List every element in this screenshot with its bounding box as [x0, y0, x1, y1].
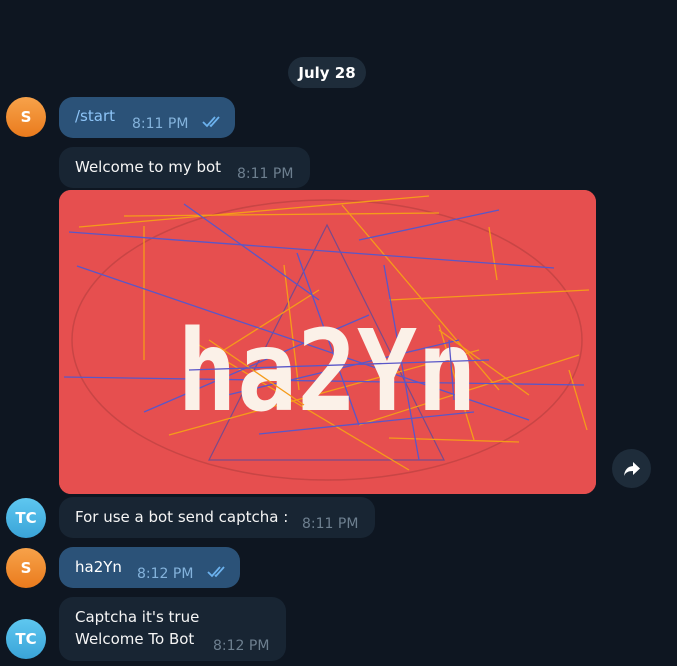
- message-bubble[interactable]: Welcome to my bot 8:11 PM: [59, 147, 310, 188]
- avatar[interactable]: TC: [6, 498, 46, 538]
- forward-arrow-icon: [623, 461, 640, 476]
- captcha-graphic: ha2Yn: [59, 190, 596, 494]
- message-time: 8:12 PM: [137, 566, 194, 582]
- message-text: Welcome to my bot: [75, 158, 222, 176]
- forward-button[interactable]: [612, 449, 651, 488]
- message-text: Captcha it's true Welcome To Bot: [75, 608, 200, 648]
- avatar[interactable]: TC: [6, 619, 46, 659]
- message-bubble[interactable]: Captcha it's true Welcome To Bot 8:12 PM: [59, 597, 286, 661]
- date-separator: July 28: [288, 57, 366, 88]
- avatar[interactable]: S: [6, 548, 46, 588]
- message-time: 8:11 PM: [237, 166, 294, 182]
- message-bubble[interactable]: For use a bot send captcha : 8:11 PM: [59, 497, 375, 538]
- message-bubble[interactable]: ha2Yn 8:12 PM: [59, 547, 240, 588]
- double-check-icon: [207, 566, 225, 578]
- double-check-icon: [202, 116, 220, 128]
- message-time: 8:11 PM: [302, 516, 359, 532]
- message-bubble[interactable]: /start 8:11 PM: [59, 97, 235, 138]
- message-time: 8:11 PM: [132, 116, 189, 132]
- captcha-text: ha2Yn: [177, 307, 477, 437]
- message-text: /start: [75, 107, 115, 125]
- avatar[interactable]: S: [6, 97, 46, 137]
- captcha-image[interactable]: ha2Yn: [59, 190, 596, 494]
- message-time: 8:12 PM: [213, 638, 270, 654]
- message-text: For use a bot send captcha :: [75, 508, 289, 526]
- message-text: ha2Yn: [75, 558, 122, 576]
